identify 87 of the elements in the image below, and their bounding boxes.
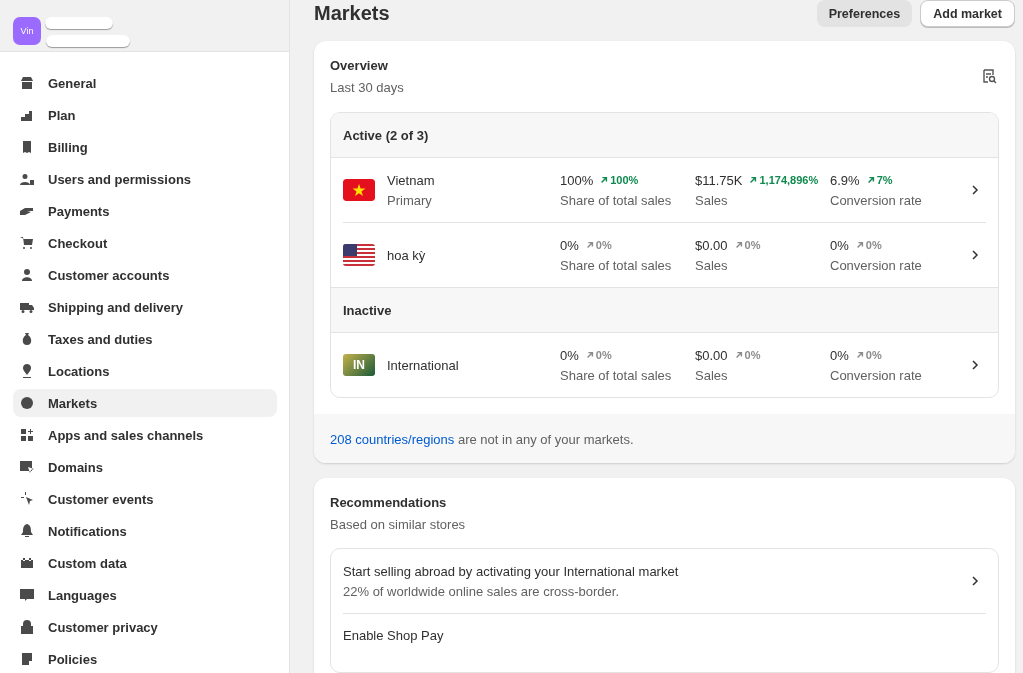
metric-value: 0% <box>560 347 579 363</box>
sidebar-item[interactable]: Payments <box>13 197 277 225</box>
change-indicator: 0% <box>734 239 761 251</box>
card-subtitle: Last 30 days <box>330 80 404 95</box>
market-row[interactable]: IN International 0% 0% Share of total sales $0.00 0% Sales 0% 0% Conversion rate <box>343 333 986 397</box>
sidebar-item[interactable]: Checkout <box>13 229 277 257</box>
metric-label: Conversion rate <box>830 367 923 383</box>
change-indicator: 0% <box>585 239 612 251</box>
sidebar-item[interactable]: Shipping and delivery <box>13 293 277 321</box>
chevron-right-icon <box>970 185 980 195</box>
sidebar-item[interactable]: Customer events <box>13 485 277 513</box>
recommendation-item[interactable]: Start selling abroad by activating your International market 22% of worldwide online sales are cross-border. <box>343 549 986 614</box>
metric-label: Share of total sales <box>560 367 673 383</box>
metric-value: $0.00 <box>695 347 728 363</box>
metric-value: 6.9% <box>830 172 860 188</box>
market-name: hoa kỳ <box>387 247 427 263</box>
sidebar-item[interactable]: Customer privacy <box>13 613 277 641</box>
cart-icon <box>19 235 35 251</box>
sidebar-item[interactable]: Billing <box>13 133 277 161</box>
bell-icon <box>19 523 35 539</box>
metric-value: 0% <box>560 237 579 253</box>
change-indicator: 0% <box>734 349 761 361</box>
sidebar-item[interactable]: Users and permissions <box>13 165 277 193</box>
change-indicator: 100% <box>600 174 639 186</box>
metric-value: $11.75K <box>695 172 743 188</box>
preferences-button[interactable]: Preferences <box>816 0 913 27</box>
market-row[interactable]: hoa kỳ 0% 0% Share of total sales $0.00 0% Sales 0% 0% Conversion rate <box>343 223 986 287</box>
sidebar-item[interactable]: Domains <box>13 453 277 481</box>
sidebar-item[interactable]: Policies <box>13 645 277 673</box>
countries-link[interactable]: 208 countries/regions <box>330 432 455 447</box>
flag-icon <box>343 244 375 266</box>
recommendation-title: Enable Shop Pay <box>343 628 444 643</box>
sidebar-item[interactable]: Taxes and duties <box>13 325 277 353</box>
metric-label: Sales <box>695 367 729 383</box>
market-row[interactable]: Vietnam Primary 100% 100% Share of total sales $11.75K 1,174,896% Sales 6.9% 7% Conversion rate <box>343 158 986 222</box>
chevron-right-icon <box>970 250 980 260</box>
person-icon <box>19 267 35 283</box>
change-indicator: 7% <box>866 174 893 186</box>
metric-label: Share of total sales <box>560 192 673 208</box>
change-indicator: 1,174,896% <box>749 174 819 186</box>
sidebar-item[interactable]: Notifications <box>13 517 277 545</box>
report-search-icon[interactable] <box>981 68 997 84</box>
sidebar-item[interactable]: Languages <box>13 581 277 609</box>
page-title: Markets <box>314 2 390 25</box>
chevron-right-icon <box>970 360 980 370</box>
metric-value: 0% <box>830 347 849 363</box>
card-subtitle: Based on similar stores <box>330 517 467 532</box>
users-icon <box>19 171 35 187</box>
metric-value: 0% <box>830 237 849 253</box>
browser-icon <box>19 459 35 475</box>
sidebar-item[interactable]: Plan <box>13 101 277 129</box>
card-title: Overview <box>330 58 389 73</box>
market-note: Primary <box>387 192 433 208</box>
sidebar-item[interactable]: Apps and sales channels <box>13 421 277 449</box>
store-icon <box>19 75 35 91</box>
change-indicator: 0% <box>855 239 882 251</box>
add-button[interactable]: Add market <box>920 0 1015 27</box>
metric-label: Share of total sales <box>560 257 673 273</box>
apps-icon <box>19 427 35 443</box>
metric-value: 100% <box>560 172 594 188</box>
card-title: Recommendations <box>330 495 448 510</box>
recommendation-item[interactable]: Enable Shop Pay <box>343 614 986 672</box>
store-avatar[interactable]: Vin <box>13 17 41 45</box>
market-badge: IN <box>343 354 375 376</box>
change-indicator: 0% <box>585 349 612 361</box>
metric-label: Conversion rate <box>830 192 923 208</box>
metric-label: Sales <box>695 192 729 208</box>
sidebar-item[interactable]: Locations <box>13 357 277 385</box>
group-heading: Active (2 of 3) <box>343 127 429 143</box>
metric-label: Conversion rate <box>830 257 923 273</box>
sidebar-item[interactable]: General <box>13 69 277 97</box>
cursor-icon <box>19 491 35 507</box>
recommendation-description: 22% of worldwide online sales are cross-border. <box>343 583 621 599</box>
group-heading: Inactive <box>343 302 392 318</box>
recommendation-title: Start selling abroad by activating your International market <box>343 563 679 579</box>
chevron-right-icon <box>970 576 980 586</box>
footer-text: 208 countries/regions are not in any of your markets. <box>330 432 634 447</box>
sidebar-item[interactable]: Markets <box>13 389 277 417</box>
metric-value: $0.00 <box>695 237 728 253</box>
market-name: Vietnam <box>387 172 436 188</box>
sidebar-item[interactable]: Custom data <box>13 549 277 577</box>
flag-icon <box>343 179 375 201</box>
redaction-bar <box>45 17 113 29</box>
market-name: International <box>387 357 460 373</box>
change-indicator: 0% <box>855 349 882 361</box>
sidebar-item[interactable]: Customer accounts <box>13 261 277 289</box>
metric-label: Sales <box>695 257 729 273</box>
